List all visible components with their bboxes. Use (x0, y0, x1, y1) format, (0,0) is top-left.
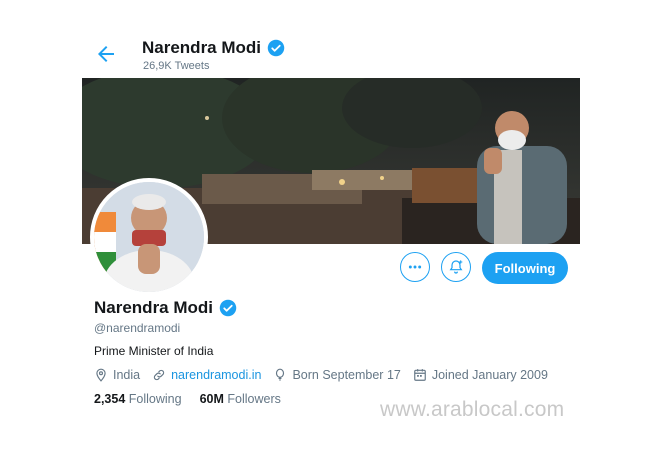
following-label: Following (128, 392, 182, 406)
watermark: www.arablocal.com (380, 398, 565, 421)
balloon-icon (276, 368, 285, 381)
profile-bio: Prime Minister of India (94, 344, 214, 358)
birthday-text: Born September 17 (292, 368, 401, 382)
joined-item: Joined January 2009 (413, 368, 548, 382)
location-text: India (113, 368, 141, 382)
profile-name: Narendra Modi (94, 298, 237, 318)
profile-meta: India narendramodi.in Born September 17 … (94, 368, 560, 382)
location-pin-icon (96, 368, 106, 382)
profile-handle: @narendramodi (94, 321, 181, 335)
link-icon (154, 369, 165, 381)
website-link[interactable]: narendramodi.in (171, 368, 261, 382)
following-button[interactable]: Following (482, 252, 568, 284)
location-item: India (94, 368, 140, 382)
followers-count: 60M (199, 392, 224, 406)
following-count-link[interactable]: 2,354 Following (94, 392, 182, 406)
profile-name-text: Narendra Modi (94, 298, 214, 317)
profile-avatar[interactable] (90, 178, 208, 296)
header-title: Narendra Modi (142, 38, 285, 58)
header-name-text: Narendra Modi (142, 38, 262, 57)
bell-plus-icon (449, 260, 463, 274)
avatar-photo (94, 182, 204, 292)
website-item: narendramodi.in (152, 368, 261, 382)
back-arrow-icon[interactable] (94, 42, 118, 66)
verified-badge-icon (219, 299, 237, 317)
follow-counts: 2,354 Following 60M Followers (94, 392, 281, 406)
followers-label: Followers (227, 392, 281, 406)
birthday-item: Born September 17 (273, 368, 401, 382)
more-options-icon (408, 265, 422, 269)
profile-header: Narendra Modi 26,9K Tweets (82, 30, 582, 76)
calendar-icon (414, 369, 426, 381)
tweet-count: 26,9K Tweets (143, 60, 210, 72)
following-count: 2,354 (94, 392, 126, 406)
followers-count-link[interactable]: 60M Followers (200, 392, 281, 406)
more-options-button[interactable] (400, 252, 430, 282)
verified-badge-icon (267, 39, 285, 57)
notifications-button[interactable] (441, 252, 471, 282)
joined-text: Joined January 2009 (431, 368, 548, 382)
